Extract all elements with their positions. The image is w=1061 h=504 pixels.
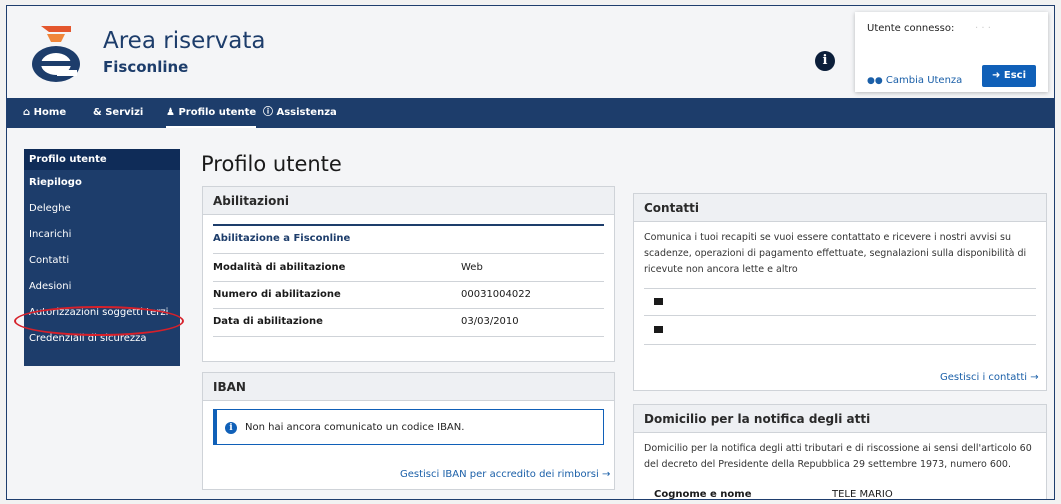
divider — [644, 288, 1036, 289]
sidebar-heading[interactable]: Profilo utente — [24, 149, 180, 170]
user-icon: ♟ — [166, 107, 175, 118]
envelope-icon — [654, 298, 663, 305]
page-title: Profilo utente — [201, 152, 342, 176]
arrow-right-icon: → — [601, 469, 611, 480]
divider — [213, 281, 604, 282]
nav-label: Servizi — [105, 107, 144, 118]
row-label: Data di abilitazione — [213, 316, 323, 327]
iban-card: IBAN i Non hai ancora comunicato un codi… — [202, 372, 615, 490]
row-label: Modalità di abilitazione — [213, 262, 346, 273]
nav-item-servizi[interactable]: & Servizi — [93, 98, 143, 128]
agenzia-logo[interactable] — [27, 20, 85, 84]
abilitazione-section: Abilitazione a Fisconline — [213, 233, 351, 244]
row-value: 03/03/2010 — [461, 316, 519, 327]
divider — [213, 308, 604, 309]
cambia-utenza-label: Cambia Utenza — [885, 75, 963, 86]
domicilio-description: Domicilio per la notifica degli atti tri… — [644, 443, 1032, 470]
divider — [644, 315, 1036, 316]
header: Area riservata Fisconline i Utente conne… — [7, 6, 1054, 98]
home-icon: ⌂ — [23, 107, 31, 118]
app-title: Area riservata — [103, 28, 266, 54]
user-label: Utente connesso: — [867, 23, 955, 34]
sidebar-item-contatti[interactable]: Contatti — [24, 248, 180, 274]
divider — [644, 344, 1036, 345]
row-value: Web — [461, 262, 483, 273]
contatti-card: Contatti Comunica i tuoi recapiti se vuo… — [633, 193, 1047, 391]
row-value: 00031004022 — [461, 289, 531, 300]
iban-alert-text: Non hai ancora comunicato un codice IBAN… — [245, 422, 465, 433]
nav-item-home[interactable]: ⌂ Home — [23, 98, 66, 128]
highlight-oval — [14, 306, 184, 336]
iban-title: IBAN — [203, 373, 614, 401]
gestisci-contatti-link[interactable]: Gestisci i contatti → — [940, 372, 1039, 383]
sidebar-item-riepilogo[interactable]: Riepilogo — [24, 170, 180, 196]
page-frame: Area riservata Fisconline i Utente conne… — [6, 5, 1055, 500]
logout-icon: ➜ — [991, 70, 1001, 81]
iban-alert: i Non hai ancora comunicato un codice IB… — [213, 409, 604, 445]
gestisci-iban-link[interactable]: Gestisci IBAN per accredito dei rimborsi… — [400, 469, 610, 480]
domicilio-row-label: Cognome e nome — [654, 489, 752, 500]
gestisci-iban-label: Gestisci IBAN per accredito dei rimborsi — [400, 469, 599, 480]
top-nav: ⌂ Home & Servizi ♟ Profilo utente ⓘ Assi… — [7, 98, 1054, 128]
contatti-description: Comunica i tuoi recapiti se vuoi essere … — [644, 232, 1027, 275]
nav-item-profilo-utente[interactable]: ♟ Profilo utente — [166, 98, 257, 128]
sidebar-item-adesioni[interactable]: Adesioni — [24, 274, 180, 300]
info-icon[interactable]: i — [815, 51, 835, 71]
info-circle-icon: i — [225, 422, 237, 434]
gestisci-contatti-label: Gestisci i contatti — [940, 372, 1028, 383]
contatti-title: Contatti — [634, 194, 1046, 222]
arrow-right-icon: → — [1030, 372, 1039, 383]
esci-label: Esci — [1003, 70, 1026, 81]
cambia-utenza-link[interactable]: ●● Cambia Utenza — [867, 75, 962, 86]
nav-label: Home — [33, 107, 67, 118]
assistenza-icon: ⓘ — [263, 107, 273, 118]
users-icon: ●● — [867, 76, 883, 86]
envelope-icon — [654, 326, 663, 333]
abilitazioni-title: Abilitazioni — [203, 187, 614, 215]
app-subtitle: Fisconline — [103, 58, 189, 76]
nav-label: Profilo utente — [178, 107, 257, 118]
domicilio-row-value: TELE MARIO — [832, 489, 893, 500]
sidebar-item-incarichi[interactable]: Incarichi — [24, 222, 180, 248]
esci-button[interactable]: ➜ Esci — [982, 65, 1036, 87]
abilitazioni-card: Abilitazioni Abilitazione a Fisconline M… — [202, 186, 615, 362]
servizi-icon: & — [93, 107, 102, 118]
nav-item-assistenza[interactable]: ⓘ Assistenza — [263, 98, 337, 128]
sidebar-item-deleghe[interactable]: Deleghe — [24, 196, 180, 222]
domicilio-title: Domicilio per la notifica degli atti — [634, 405, 1046, 433]
nav-label: Assistenza — [276, 107, 337, 118]
row-label: Numero di abilitazione — [213, 289, 341, 300]
divider — [213, 224, 604, 226]
divider — [213, 253, 604, 254]
user-name: · · · — [975, 23, 991, 34]
user-box: Utente connesso: · · · ●● Cambia Utenza … — [855, 12, 1048, 92]
domicilio-card: Domicilio per la notifica degli atti Dom… — [633, 404, 1047, 500]
divider — [213, 336, 604, 337]
